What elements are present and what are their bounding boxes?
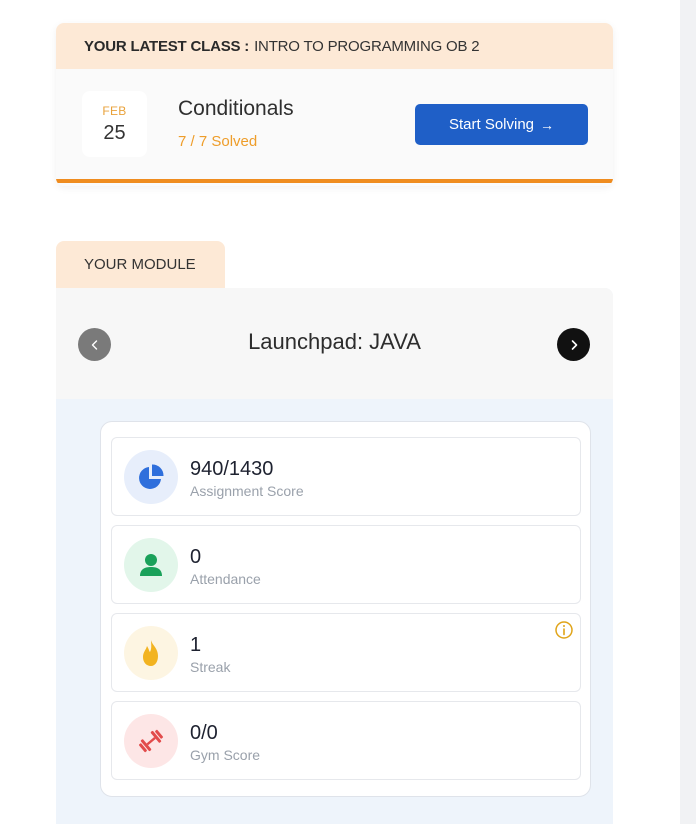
class-date-day: 25 [103, 121, 126, 144]
stat-icon-bg [124, 450, 178, 504]
flame-icon [143, 640, 158, 666]
module-name: Launchpad: JAVA [248, 329, 421, 354]
info-icon[interactable] [554, 620, 574, 640]
arrow-right-icon: → [540, 116, 555, 133]
class-progress-fill [56, 179, 613, 183]
latest-class-name: INTRO TO PROGRAMMING OB 2 [254, 37, 480, 55]
module-tab-label: YOUR MODULE [84, 256, 196, 273]
stat-gym-score: 0/0 Gym Score [111, 701, 581, 780]
latest-class-body: FEB 25 Conditionals 7 / 7 Solved Start S… [56, 69, 613, 183]
stat-label: Gym Score [190, 747, 261, 763]
latest-class-card: YOUR LATEST CLASS : INTRO TO PROGRAMMING… [56, 23, 613, 186]
stat-icon-bg [124, 626, 178, 680]
stat-streak: 1 Streak [111, 613, 581, 692]
chevron-right-icon [571, 339, 577, 350]
stat-assignment-score: 940/1430 Assignment Score [111, 437, 581, 516]
module-panel: Launchpad: JAVA 940/1430 Assignment Scor… [56, 288, 613, 824]
stat-value: 1 [190, 634, 202, 656]
class-date-month: FEB [102, 103, 127, 118]
stat-icon-bg [124, 538, 178, 592]
stat-attendance: 0 Attendance [111, 525, 581, 604]
stat-value: 940/1430 [190, 458, 274, 480]
stat-value: 0/0 [190, 722, 218, 744]
latest-class-label: YOUR LATEST CLASS : [84, 37, 250, 55]
class-title: Conditionals [178, 97, 294, 120]
class-date-box: FEB 25 [82, 91, 147, 157]
module-stats-card: 940/1430 Assignment Score 0 Attendance 1… [100, 421, 591, 797]
module-tab[interactable]: YOUR MODULE [56, 241, 225, 288]
start-solving-label: Start Solving [448, 116, 535, 133]
page-content: YOUR LATEST CLASS : INTRO TO PROGRAMMING… [0, 0, 680, 824]
start-solving-button[interactable]: Start Solving → [415, 104, 588, 145]
stat-label: Assignment Score [190, 483, 304, 499]
module-selector: Launchpad: JAVA [56, 288, 613, 399]
stat-label: Streak [190, 659, 231, 675]
latest-class-header: YOUR LATEST CLASS : INTRO TO PROGRAMMING… [56, 23, 613, 69]
user-icon [140, 554, 162, 576]
right-gutter [680, 0, 696, 824]
stat-icon-bg [124, 714, 178, 768]
stat-value: 0 [190, 546, 202, 568]
stat-label: Attendance [190, 571, 261, 587]
class-solved-count: 7 / 7 Solved [178, 133, 258, 150]
class-progress-bar [56, 179, 613, 183]
dumbbell-icon [139, 729, 163, 753]
pie-chart-icon [139, 464, 164, 489]
module-next-button[interactable] [557, 328, 590, 361]
